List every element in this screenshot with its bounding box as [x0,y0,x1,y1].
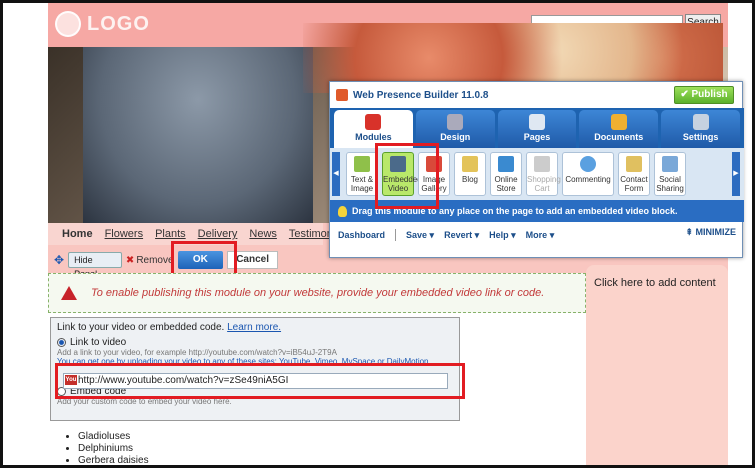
tab-design-label: Design [440,132,471,142]
screenshot-frame: LOGO Search Home Flowers Plants Delivery… [0,0,755,468]
heading-text: Link to your video or embedded code. [57,322,225,333]
list-item: Gladioluses [78,431,149,443]
warning-icon [61,286,77,300]
tab-settings-label: Settings [682,132,719,142]
dashboard-button[interactable]: Dashboard [338,230,385,240]
settings-icon [692,114,709,130]
highlight-embedded-video [375,143,439,209]
design-icon [447,114,464,130]
module-label: Blog [461,175,478,184]
site-logo[interactable]: LOGO [55,11,150,37]
wpb-tabs: Modules Design Pages Documents Settings [330,108,744,148]
more-label: More [525,229,548,240]
module-label: Contact Form [620,175,648,193]
logo-icon [55,11,81,37]
minimize-button[interactable]: ⇞ MINIMIZE [685,227,736,238]
radio-link-icon[interactable] [57,337,66,347]
publish-button[interactable]: ✔ Publish [674,86,734,104]
tab-settings[interactable]: Settings [661,110,740,148]
wpb-logo-icon [336,89,348,101]
wpb-title: Web Presence Builder 11.0.8 [353,89,489,101]
modules-icon [365,114,382,130]
warning-banner: To enable publishing this module on your… [48,273,586,313]
logo-text: LOGO [87,12,150,35]
module-label: Shopping Cart [527,175,561,193]
hint-example: Add a link to your video, for example ht… [57,348,337,357]
nav-flowers[interactable]: Flowers [105,228,144,240]
module-label: Text & Image [350,175,374,193]
bulb-icon [338,205,347,217]
tab-pages-label: Pages [523,132,551,142]
remove-button[interactable]: ✖ Remove [126,255,174,266]
social-icon [662,156,678,172]
remove-icon: ✖ [125,254,135,266]
module-commenting[interactable]: Commenting [562,152,614,196]
nav-plants[interactable]: Plants [155,228,186,240]
move-icon[interactable]: ✥ [54,253,64,267]
tab-modules-label: Modules [355,132,392,142]
add-content-area[interactable]: Click here to add content [586,265,728,465]
save-button[interactable]: Save ▾ [406,230,434,241]
save-label: Save [406,229,428,240]
hide-panel-button[interactable]: Hide Panel [68,252,122,279]
publish-check-icon: ✔ [680,89,689,100]
option-link-to-video[interactable]: Link to video [57,337,453,348]
list-item: Gerbera daisies [78,455,149,465]
nav-delivery[interactable]: Delivery [198,228,238,240]
tab-documents[interactable]: Documents [579,110,659,148]
comment-icon [580,156,596,172]
module-online-store[interactable]: Online Store [490,152,522,196]
wpb-bottom-bar: Dashboard Save ▾ Revert ▾ Help ▾ More ▾ … [330,222,744,248]
warning-text: To enable publishing this module on your… [91,287,545,299]
store-icon [498,156,514,172]
module-social-sharing[interactable]: Social Sharing [654,152,686,196]
more-button[interactable]: More ▾ [526,230,555,241]
highlight-url [55,363,465,399]
scroll-right-icon[interactable]: ▶ [732,152,740,196]
module-shopping-cart[interactable]: Shopping Cart [526,152,561,196]
tab-pages[interactable]: Pages [497,110,577,148]
contact-form-icon [626,156,642,172]
nav-news[interactable]: News [249,228,277,240]
learn-more-link[interactable]: Learn more. [227,322,281,333]
list-item: Delphiniums [78,443,149,455]
photo-dress [83,47,313,223]
flower-list: Gladioluses Delphiniums Gerbera daisies [68,431,149,465]
remove-label: Remove [136,254,174,266]
module-label: Social Sharing [656,175,684,193]
revert-button[interactable]: Revert ▾ [444,230,479,241]
scroll-left-icon[interactable]: ◀ [332,152,340,196]
module-contact-form[interactable]: Contact Form [618,152,650,196]
video-panel-heading: Link to your video or embedded code. Lea… [57,322,453,333]
revert-label: Revert [444,229,473,240]
highlight-ok [171,241,237,277]
add-content-label: Click here to add content [594,277,716,289]
help-button[interactable]: Help ▾ [489,230,516,241]
pages-icon [528,114,545,130]
minimize-label: MINIMIZE [695,227,737,237]
module-label: Online Store [494,175,518,193]
minimize-icon: ⇞ [685,227,693,237]
nav-home[interactable]: Home [62,228,93,240]
text-image-icon [354,156,370,172]
publish-label: Publish [691,89,728,100]
documents-icon [610,114,627,130]
option1-label: Link to video [70,337,127,348]
blog-icon [462,156,478,172]
help-label: Help [489,229,509,240]
divider [395,229,397,241]
module-toolbar: ✥ Hide Panel ✖ Remove OK Cancel [48,250,278,279]
module-label: Commenting [565,175,611,184]
module-blog[interactable]: Blog [454,152,486,196]
tab-documents-label: Documents [594,132,644,142]
module-text-image[interactable]: Text & Image [346,152,378,196]
cart-icon [534,156,550,172]
